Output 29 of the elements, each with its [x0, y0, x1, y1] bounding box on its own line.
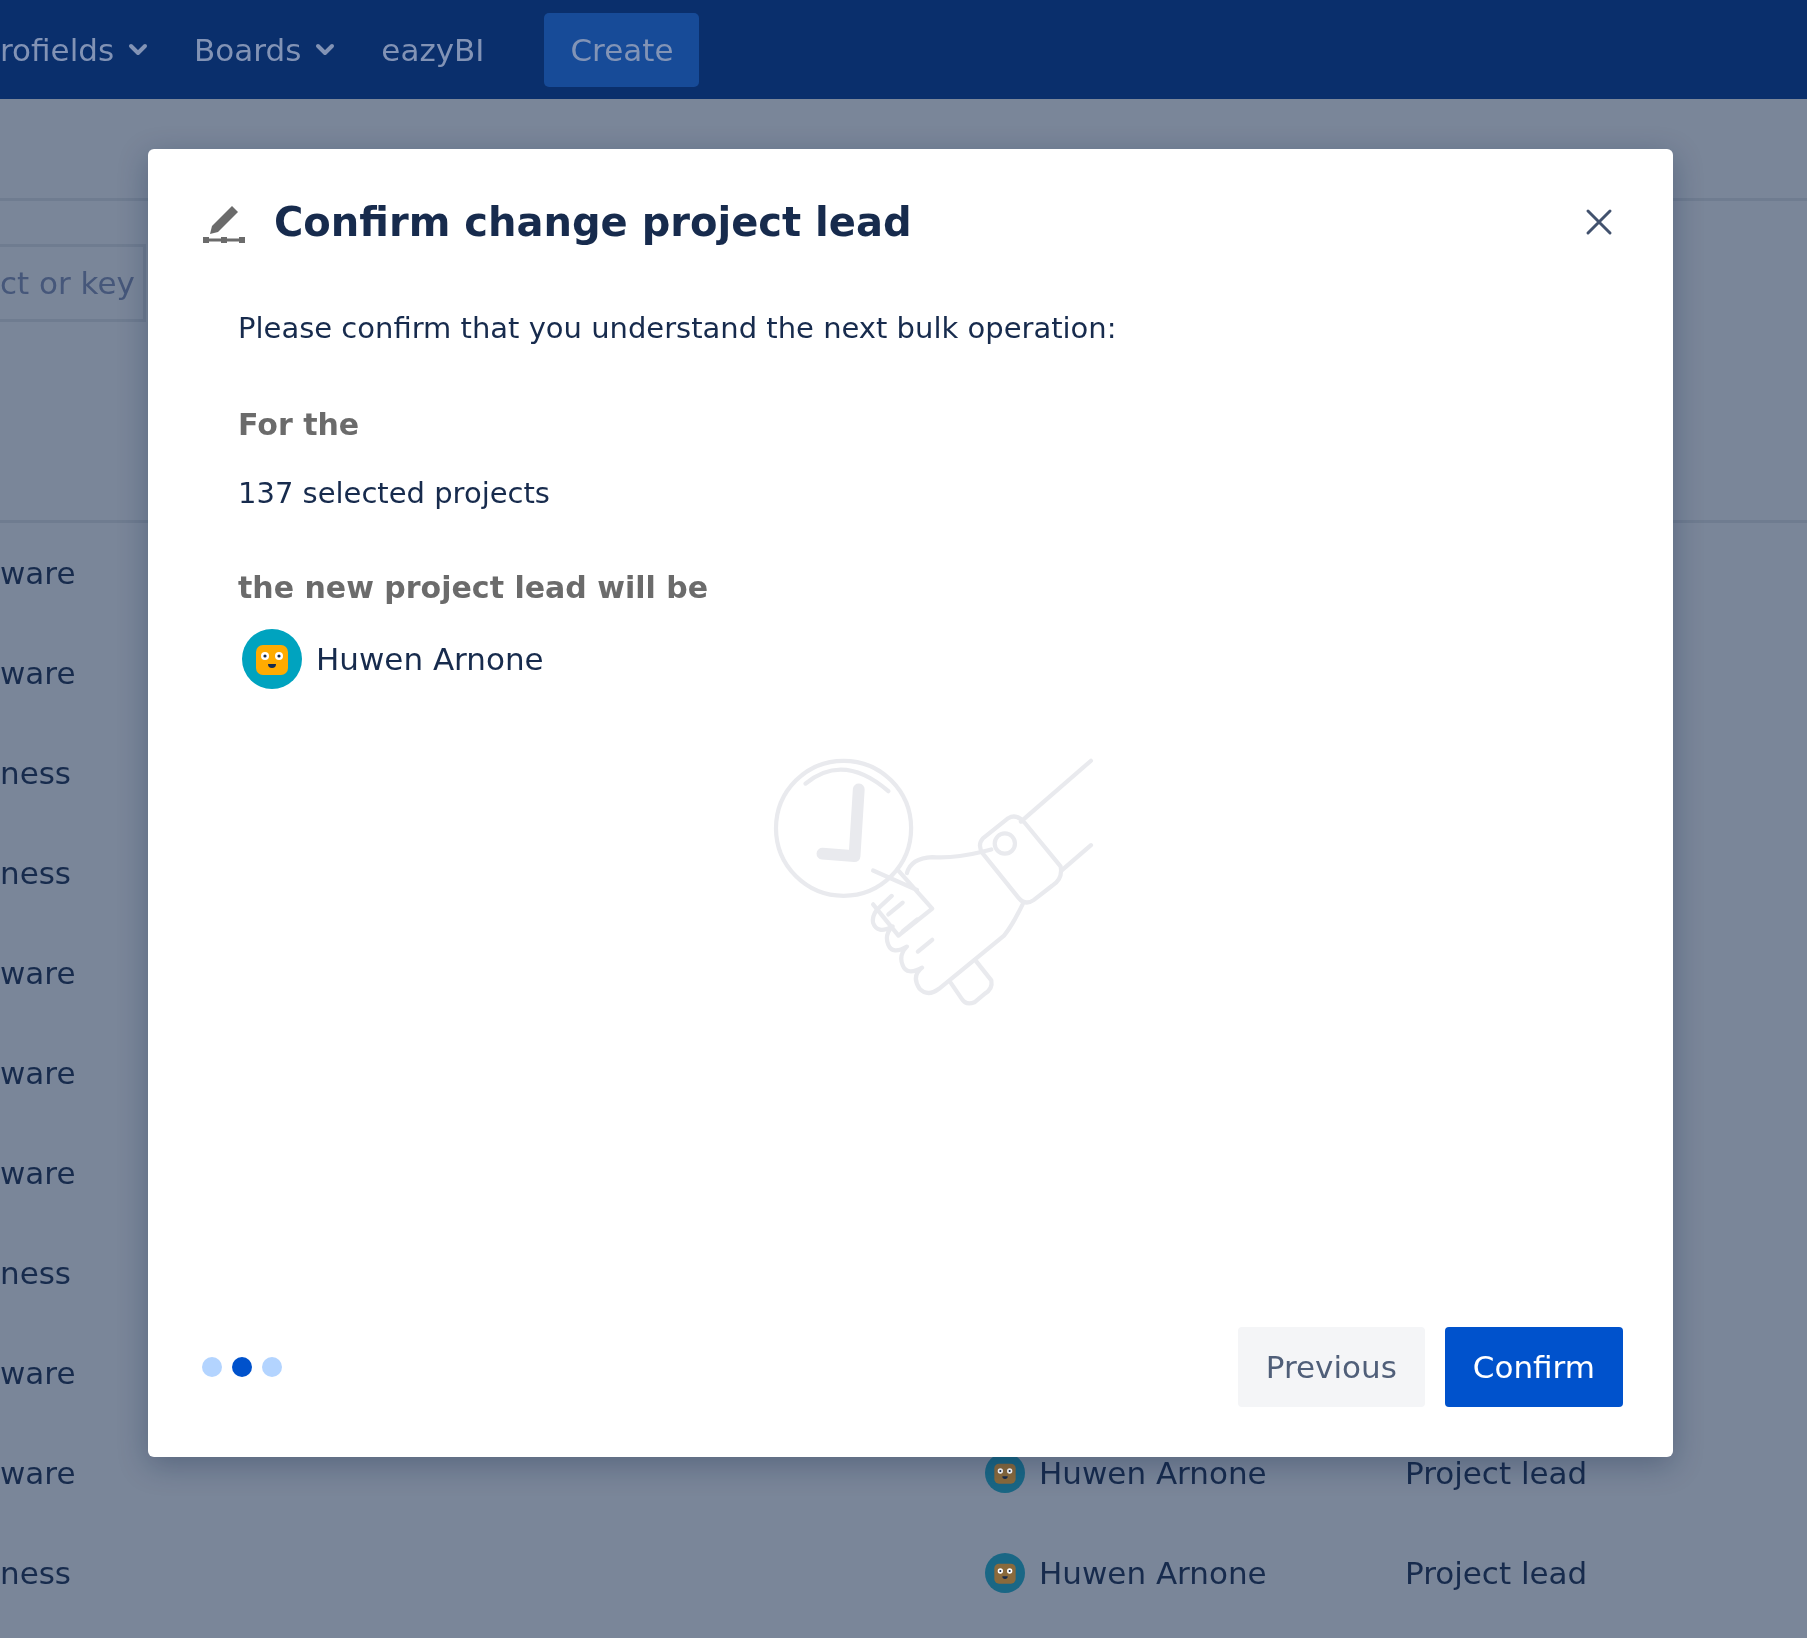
- avatar-icon: [242, 629, 302, 689]
- nav-item[interactable]: rofields: [0, 31, 115, 68]
- dialog-title: Confirm change project lead: [274, 199, 913, 245]
- table-cell: ware: [0, 1055, 76, 1091]
- selection-text: 137 selected projects: [238, 476, 551, 510]
- table-cell: ware: [0, 955, 76, 991]
- intro-text: Please confirm that you understand the next bulk operation:: [238, 311, 1118, 345]
- table-cell: ness: [0, 1255, 72, 1291]
- table-cell: ware: [0, 655, 76, 691]
- lead-name: Huwen Arnone: [1039, 1555, 1267, 1591]
- table-cell: ware: [0, 1455, 76, 1491]
- table-cell: ness: [0, 1555, 72, 1591]
- table-cell: ware: [0, 1155, 76, 1191]
- table-cell: Project lead: [1405, 1555, 1588, 1591]
- for-label: For the: [238, 407, 361, 442]
- table-cell: ness: [0, 855, 72, 891]
- lead-label: the new project lead will be: [238, 570, 710, 605]
- avatar-icon: [985, 1553, 1025, 1593]
- lead-name: Huwen Arnone: [1039, 1455, 1267, 1491]
- table-cell: ware: [0, 555, 76, 591]
- lead-name: Huwen Arnone: [316, 641, 544, 677]
- table-cell: ware: [0, 1355, 76, 1391]
- previous-button[interactable]: Previous: [1237, 1327, 1425, 1407]
- nav-item[interactable]: Boards: [194, 31, 302, 68]
- table-cell: ness: [0, 755, 72, 791]
- confirm-button[interactable]: Confirm: [1444, 1327, 1623, 1407]
- nav-item[interactable]: eazyBI: [381, 31, 485, 68]
- create-button[interactable]: Create: [544, 12, 700, 87]
- table-cell: Project lead: [1405, 1455, 1588, 1491]
